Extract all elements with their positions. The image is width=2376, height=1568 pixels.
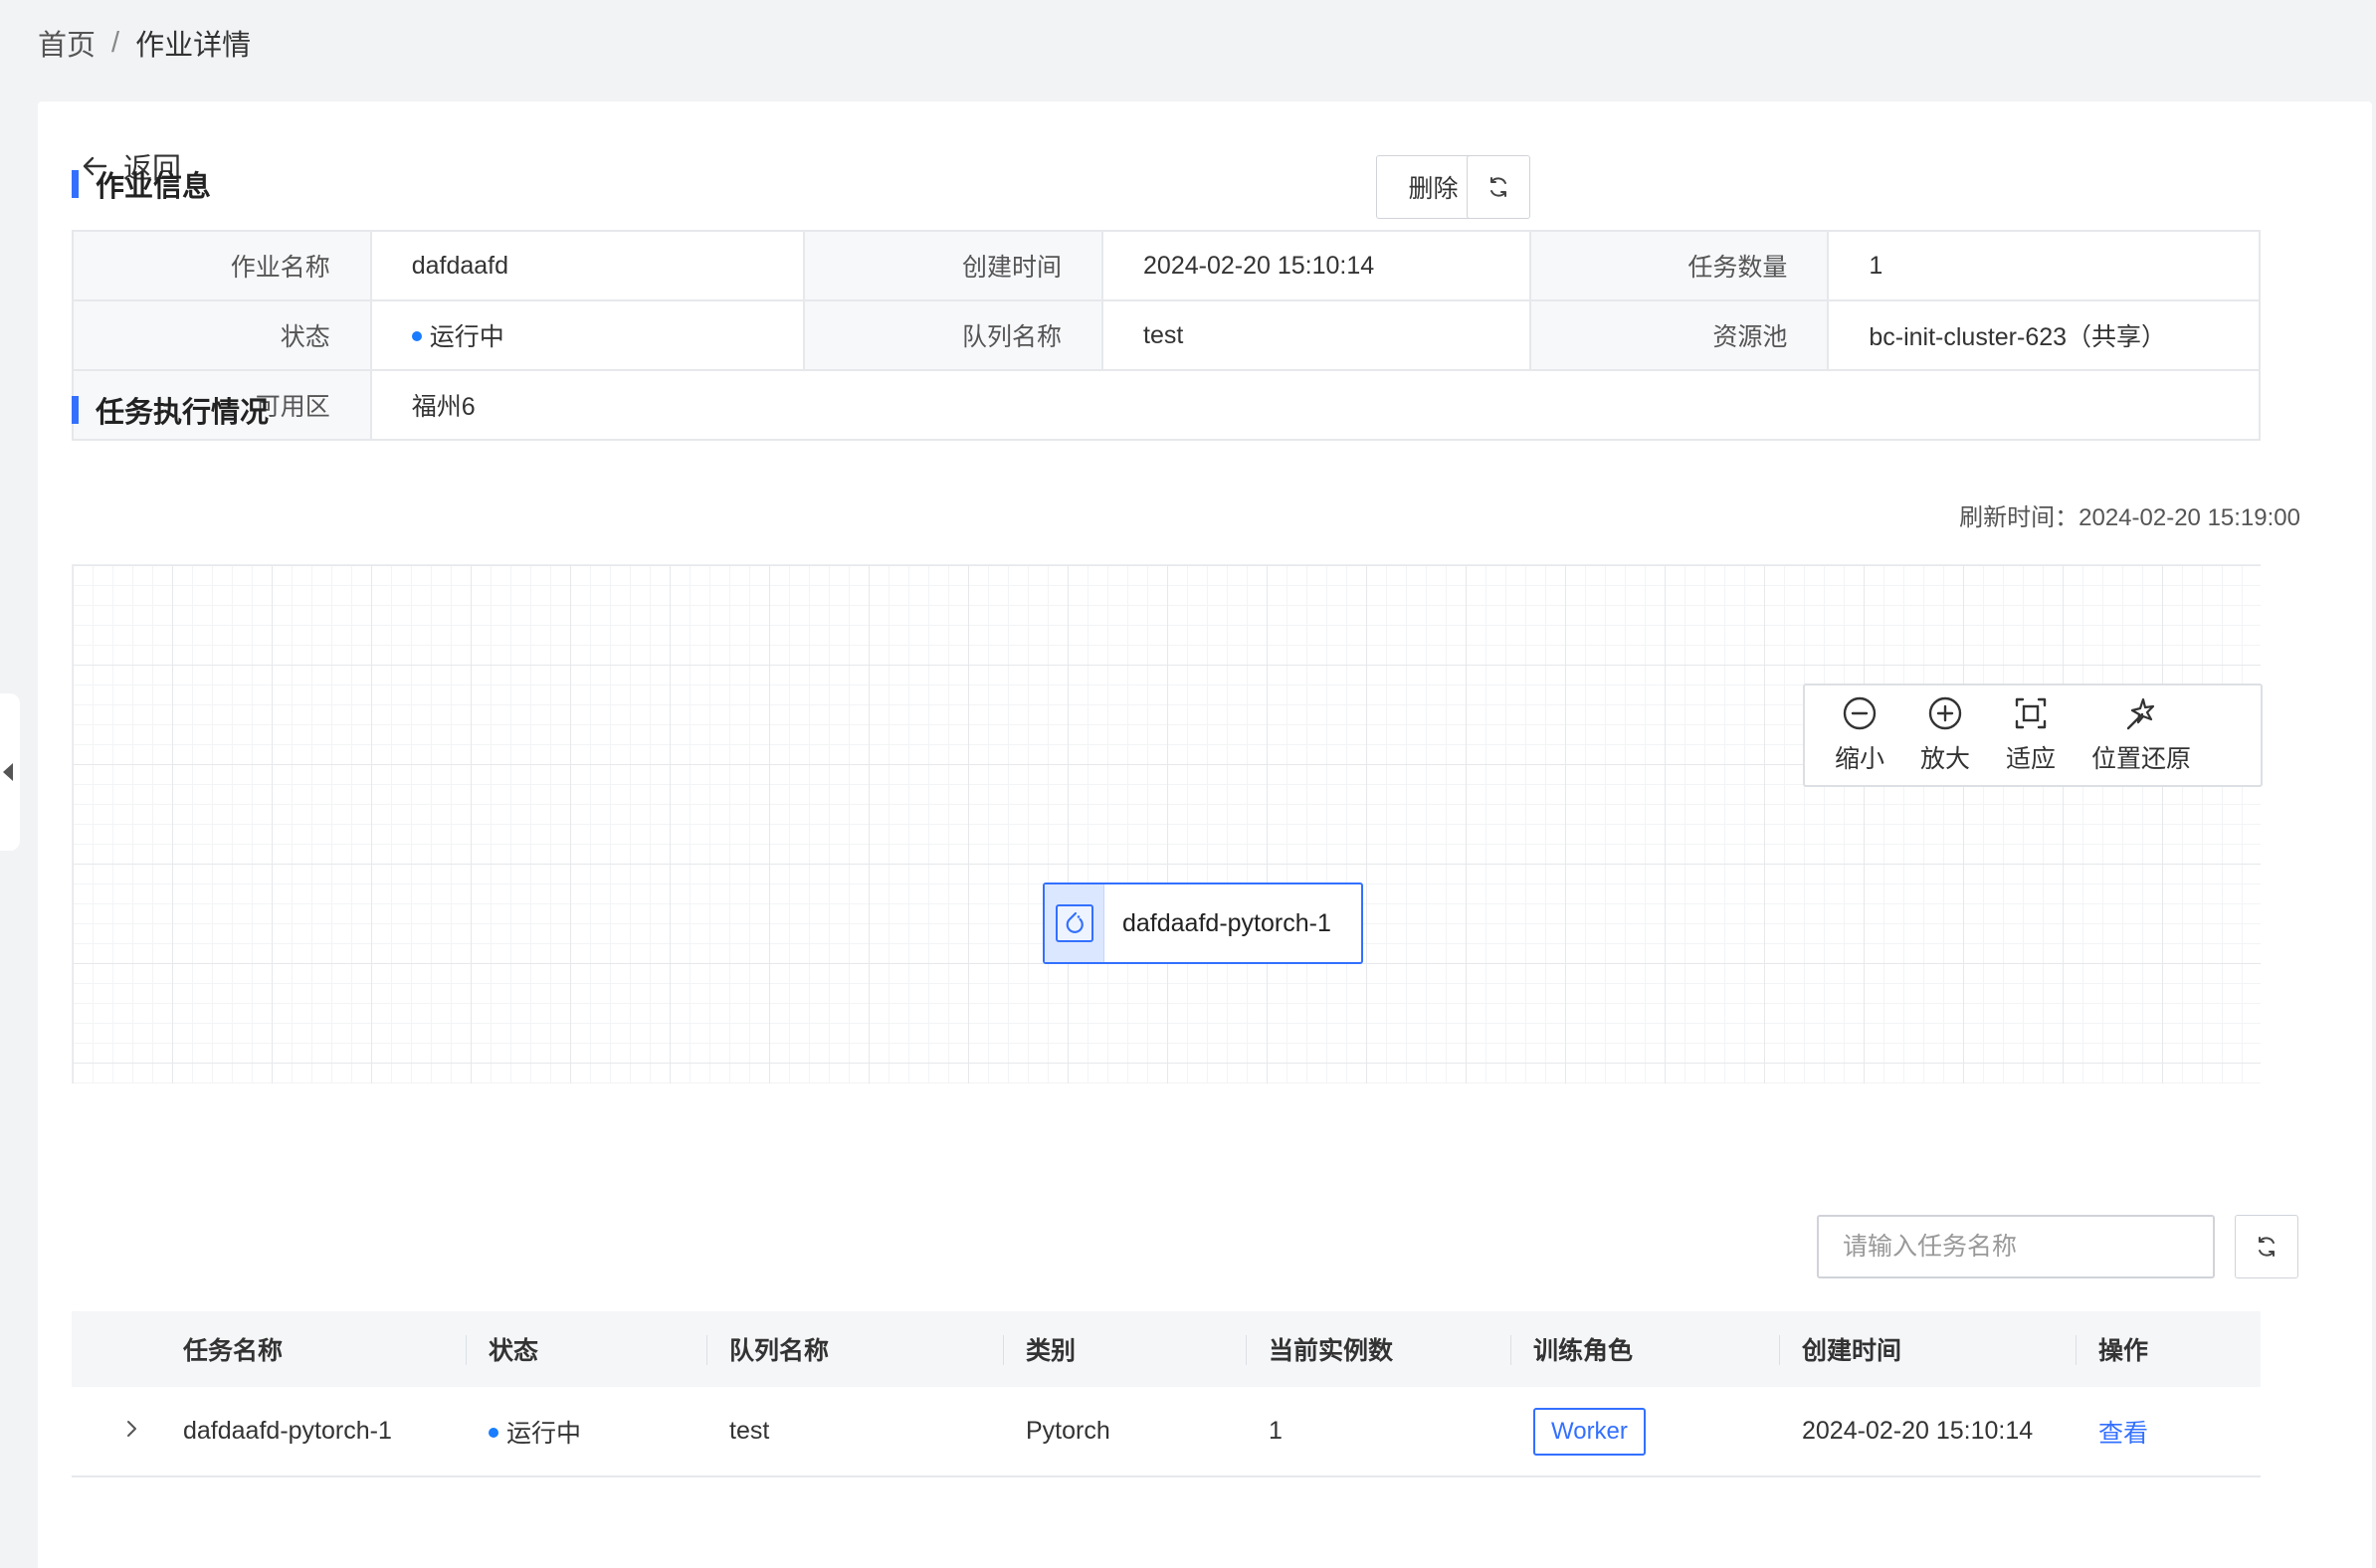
zone-value: 福州6 (369, 369, 2262, 441)
queue-value: test (1101, 299, 1531, 371)
expand-column-header (72, 1311, 161, 1387)
task-graph-canvas[interactable] (72, 564, 2261, 1083)
task-name-cell: dafdaafd-pytorch-1 (161, 1387, 467, 1477)
reset-position-button[interactable]: 位置还原 (2091, 686, 2191, 785)
job-info-title-text: 作业信息 (96, 171, 212, 203)
magic-wand-icon (2126, 697, 2155, 730)
zoom-in-button[interactable]: 放大 (1920, 686, 1970, 785)
created-value: 2024-02-20 15:10:14 (1101, 230, 1531, 301)
title-accent-bar (72, 396, 79, 424)
table-header-row: 任务名称 状态 队列名称 类别 当前实例数 训练角色 创建时间 操作 (72, 1311, 2261, 1387)
status-value: 运行中 (369, 299, 806, 371)
graph-node-label: dafdaafd-pytorch-1 (1122, 908, 1331, 937)
caret-left-icon (3, 763, 13, 781)
task-status-text: 运行中 (506, 1419, 582, 1448)
breadcrumb: 首页 / 作业详情 (38, 22, 251, 64)
table-row: dafdaafd-pytorch-1 运行中 test Pytorch 1 Wo… (72, 1387, 2261, 1477)
zoom-out-button[interactable]: 缩小 (1835, 686, 1884, 785)
status-dot-icon (489, 1427, 498, 1438)
fit-view-label: 适应 (2006, 745, 2057, 773)
refresh-time: 刷新时间：2024-02-20 15:19:00 (1959, 504, 2300, 531)
pool-value: bc-init-cluster-623（共享） (1827, 299, 2261, 371)
column-header: 队列名称 (707, 1311, 1004, 1387)
task-status-cell: 运行中 (467, 1387, 707, 1477)
status-label: 状态 (72, 299, 372, 371)
fit-view-icon (2015, 697, 2047, 729)
pytorch-icon (1055, 904, 1093, 942)
sidebar-collapse-handle[interactable] (0, 693, 20, 851)
column-header: 创建时间 (1780, 1311, 2077, 1387)
status-text: 运行中 (429, 323, 504, 351)
task-exec-title: 任务执行情况 (72, 389, 269, 431)
job-name-label: 作业名称 (72, 230, 372, 301)
task-search-input[interactable] (1817, 1215, 2215, 1278)
column-header: 任务名称 (161, 1311, 467, 1387)
node-icon-wrapper (1045, 884, 1104, 962)
column-header: 类别 (1004, 1311, 1247, 1387)
breadcrumb-home[interactable]: 首页 (38, 22, 96, 64)
column-header: 训练角色 (1511, 1311, 1780, 1387)
task-action-cell: 查看 (2077, 1387, 2261, 1477)
breadcrumb-current: 作业详情 (135, 30, 252, 62)
view-link[interactable]: 查看 (2098, 1420, 2148, 1448)
fit-view-button[interactable]: 适应 (2006, 686, 2056, 785)
chevron-right-icon (127, 1421, 136, 1437)
breadcrumb-separator: / (111, 26, 120, 59)
task-exec-title-text: 任务执行情况 (96, 397, 270, 429)
task-count-label: 任务数量 (1528, 230, 1830, 301)
zoom-toolbar: 缩小 放大 适应 位置还原 (1803, 684, 2263, 787)
status-dot-icon (411, 331, 422, 342)
job-refresh-button[interactable] (1467, 155, 1530, 219)
task-instances-cell: 1 (1247, 1387, 1511, 1477)
graph-node[interactable]: dafdaafd-pytorch-1 (1043, 882, 1363, 964)
task-role-cell: Worker (1511, 1387, 1780, 1477)
refresh-icon (2259, 1237, 2275, 1257)
info-row: 可用区 福州6 (72, 369, 2262, 441)
title-accent-bar (72, 170, 79, 198)
reset-position-label: 位置还原 (2091, 745, 2192, 773)
job-info-title: 作业信息 (72, 163, 211, 205)
task-table: 任务名称 状态 队列名称 类别 当前实例数 训练角色 创建时间 操作 dafda… (72, 1311, 2261, 1477)
job-name-value: dafdaafd (369, 230, 806, 301)
pool-label: 资源池 (1528, 299, 1830, 371)
zoom-in-icon (1928, 696, 1962, 730)
role-tag: Worker (1533, 1407, 1646, 1456)
refresh-icon (1490, 177, 1506, 197)
expand-row-button[interactable] (72, 1387, 161, 1477)
column-header: 状态 (467, 1311, 707, 1387)
zoom-out-icon (1843, 696, 1877, 730)
zoom-in-label: 放大 (1920, 745, 1971, 773)
info-row: 作业名称 dafdaafd 创建时间 2024-02-20 15:10:14 任… (72, 230, 2261, 301)
queue-label: 队列名称 (803, 299, 1104, 371)
task-created-cell: 2024-02-20 15:10:14 (1780, 1387, 2077, 1477)
info-row: 状态 运行中 队列名称 test 资源池 bc-init-cluster-623… (72, 299, 2261, 371)
task-refresh-button[interactable] (2235, 1215, 2298, 1278)
created-label: 创建时间 (803, 230, 1104, 301)
delete-label: 删除 (1408, 175, 1459, 203)
zoom-out-label: 缩小 (1835, 745, 1885, 773)
job-info-table: 作业名称 dafdaafd 创建时间 2024-02-20 15:10:14 任… (72, 230, 2262, 441)
column-header: 操作 (2077, 1311, 2261, 1387)
task-category-cell: Pytorch (1004, 1387, 1247, 1477)
task-queue-cell: test (707, 1387, 1004, 1477)
task-count-value: 1 (1827, 230, 2261, 301)
column-header: 当前实例数 (1247, 1311, 1511, 1387)
